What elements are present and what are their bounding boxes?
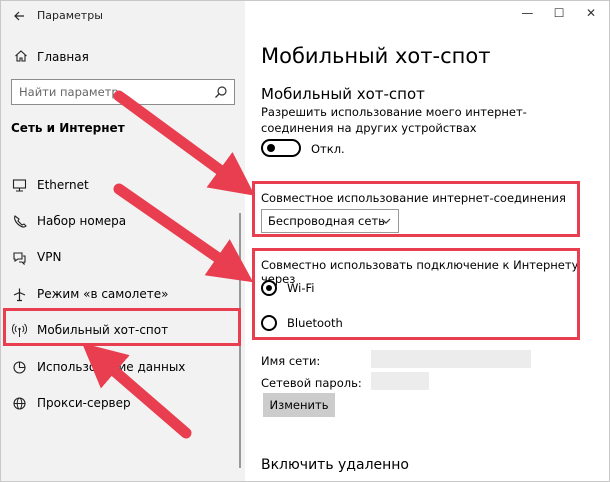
sidebar-item-label: Главная bbox=[37, 50, 89, 64]
network-name-label: Имя сети: bbox=[261, 354, 321, 368]
sidebar-item-data-usage[interactable]: Использование данных bbox=[1, 354, 245, 380]
sidebar: Параметры Главная Сеть и Интернет Ethern… bbox=[1, 1, 245, 481]
sidebar-item-airplane[interactable]: Режим «в самолете» bbox=[1, 281, 245, 307]
highlight-hotspot-item bbox=[3, 308, 241, 346]
search-icon[interactable] bbox=[214, 85, 228, 99]
dialup-icon bbox=[14, 215, 27, 228]
search-box[interactable] bbox=[11, 79, 235, 105]
window-controls: — ☐ ✕ bbox=[513, 4, 605, 24]
sidebar-item-label: Режим «в самолете» bbox=[37, 287, 169, 301]
sidebar-item-vpn[interactable]: VPN bbox=[1, 244, 245, 270]
network-password-value-redacted bbox=[371, 372, 429, 390]
remote-section-title: Включить удаленно bbox=[261, 457, 409, 473]
back-button[interactable] bbox=[9, 6, 29, 26]
sidebar-item-label: Использование данных bbox=[37, 360, 186, 374]
maximize-button[interactable]: ☐ bbox=[545, 4, 573, 24]
sidebar-item-proxy[interactable]: Прокси-сервер bbox=[1, 390, 245, 416]
globe-icon bbox=[13, 397, 26, 410]
hotspot-toggle[interactable] bbox=[261, 139, 301, 157]
settings-window: Параметры Главная Сеть и Интернет Ethern… bbox=[0, 0, 610, 482]
network-name-value-redacted bbox=[371, 350, 531, 368]
home-icon bbox=[15, 50, 27, 62]
sidebar-item-label: Ethernet bbox=[37, 178, 89, 192]
back-arrow-icon bbox=[14, 11, 24, 21]
sidebar-item-home[interactable]: Главная bbox=[1, 45, 245, 71]
hotspot-description: Разрешить использование моего интернет-с… bbox=[261, 105, 527, 135]
sidebar-item-dialup[interactable]: Набор номера bbox=[1, 208, 245, 234]
highlight-share-via bbox=[252, 248, 580, 340]
airplane-icon bbox=[13, 288, 26, 302]
page-title: Мобильный хот-спот bbox=[261, 44, 491, 68]
title-bar: Параметры bbox=[1, 1, 245, 31]
sidebar-item-ethernet[interactable]: Ethernet bbox=[1, 172, 245, 198]
highlight-share-connection bbox=[252, 181, 580, 237]
search-input[interactable] bbox=[12, 80, 207, 104]
toggle-knob bbox=[267, 144, 275, 152]
ethernet-icon bbox=[12, 179, 27, 192]
toggle-state-label: Откл. bbox=[311, 142, 345, 156]
minimize-button[interactable]: — bbox=[513, 4, 541, 24]
section-title: Сеть и Интернет bbox=[11, 121, 125, 135]
main-panel: — ☐ ✕ Мобильный хот-спот Мобильный хот-с… bbox=[245, 1, 609, 481]
change-button[interactable]: Изменить bbox=[263, 393, 335, 417]
close-button[interactable]: ✕ bbox=[577, 4, 605, 24]
network-password-label: Сетевой пароль: bbox=[261, 376, 362, 390]
vpn-icon bbox=[13, 252, 26, 265]
section-heading: Мобильный хот-спот bbox=[261, 85, 425, 103]
sidebar-item-label: VPN bbox=[37, 250, 62, 264]
sidebar-item-label: Набор номера bbox=[37, 214, 127, 228]
sidebar-item-label: Прокси-сервер bbox=[37, 396, 131, 410]
app-title: Параметры bbox=[37, 9, 103, 22]
data-usage-icon bbox=[13, 361, 26, 374]
